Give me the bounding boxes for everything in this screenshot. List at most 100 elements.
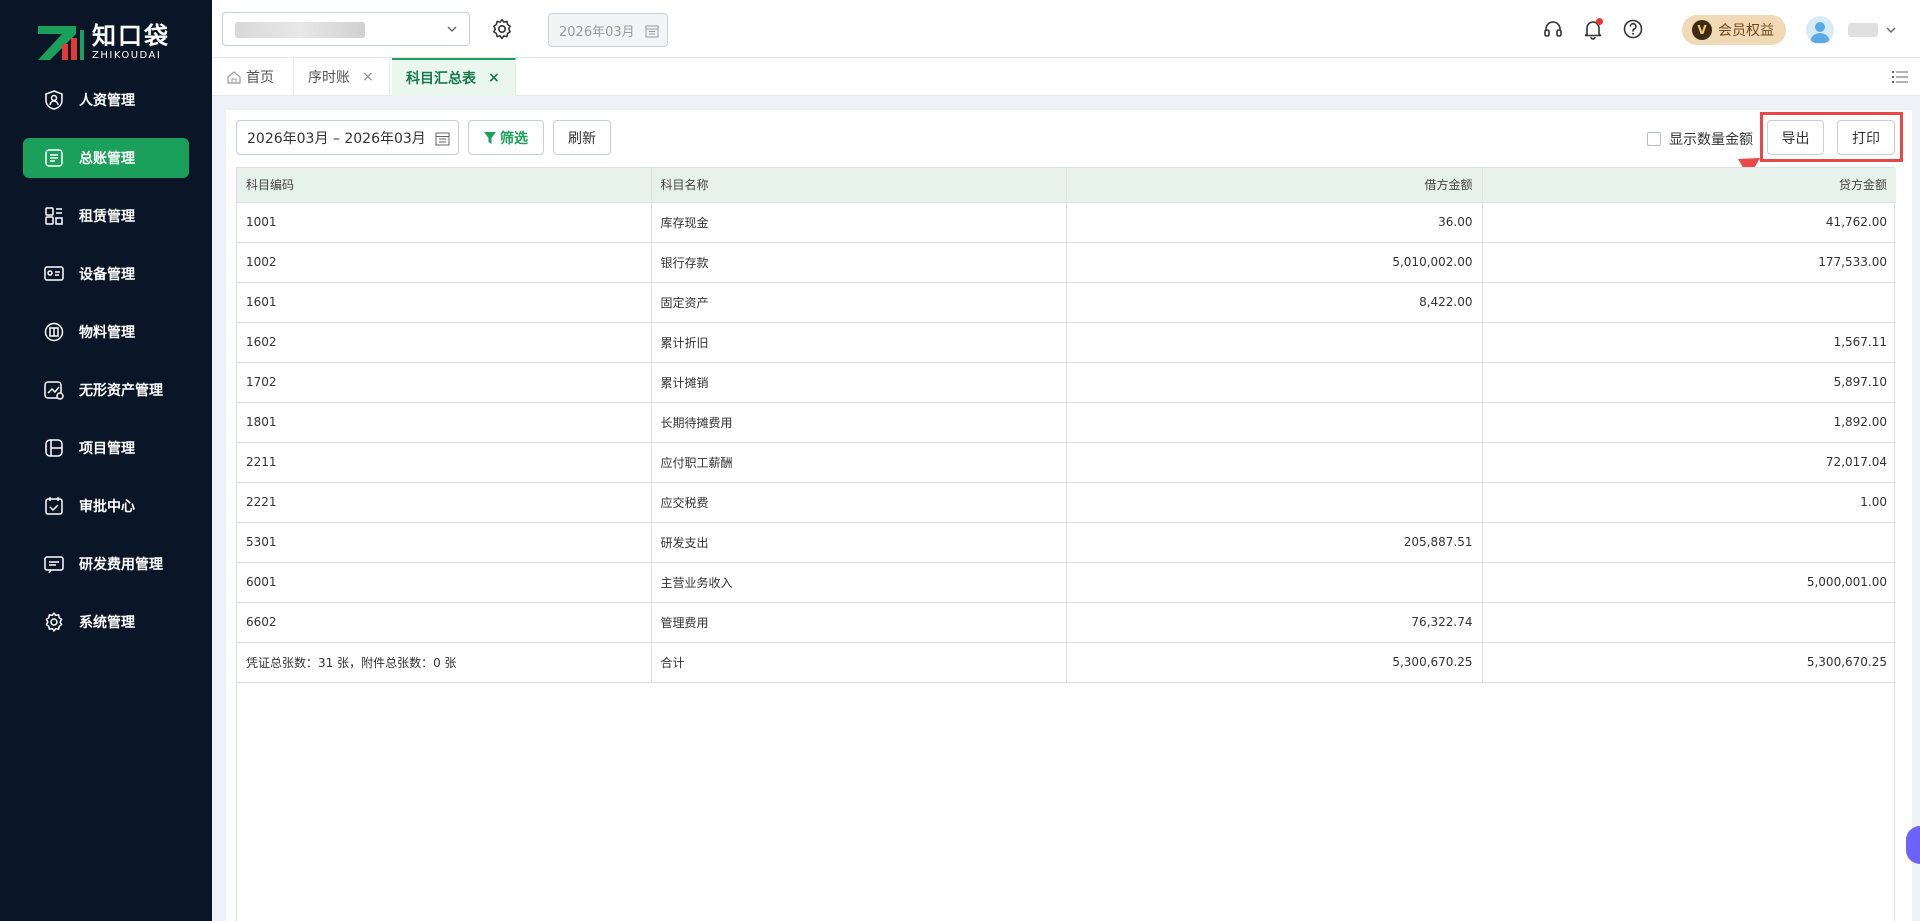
filter-button[interactable]: 筛选 xyxy=(468,120,544,155)
table-cell: 2221 xyxy=(237,482,652,523)
table-cell: 1,892.00 xyxy=(1482,402,1896,443)
column-header: 借方金额 xyxy=(1066,168,1483,203)
notification-bell[interactable] xyxy=(1582,18,1604,40)
help-icon[interactable] xyxy=(1622,18,1644,40)
table-cell: 6602 xyxy=(237,602,652,643)
filter-label: 筛选 xyxy=(500,130,528,147)
lease-icon xyxy=(43,205,65,227)
table-cell: 76,322.74 xyxy=(1066,602,1483,643)
table-cell: 合计 xyxy=(651,642,1067,683)
date-range-picker[interactable]: 2026年03月 – 2026年03月 xyxy=(236,120,459,155)
period-value: 2026年03月 xyxy=(559,24,635,40)
sidebar-item-7[interactable]: 审批中心 xyxy=(23,486,189,526)
table-cell xyxy=(1066,442,1483,483)
table-row: 1602 累计折旧 1,567.11 xyxy=(237,322,1896,363)
tab-bar: 首页 序时账 × 科目汇总表 × xyxy=(212,58,1920,96)
company-name-redacted xyxy=(235,22,365,38)
table-cell: 5301 xyxy=(237,522,652,563)
company-select[interactable] xyxy=(222,12,470,46)
table-row: 6001 主营业务收入 5,000,001.00 xyxy=(237,562,1896,603)
table-row: 1001 库存现金 36.00 41,762.00 xyxy=(237,202,1896,243)
table-cell: 研发支出 xyxy=(651,522,1067,563)
table-cell: 41,762.00 xyxy=(1482,202,1896,243)
tab-account-summary[interactable]: 科目汇总表 × xyxy=(392,58,516,96)
close-icon[interactable]: × xyxy=(488,70,500,86)
top-header: 2026年03月 V 会员权益 xyxy=(212,0,1920,58)
table-cell: 1001 xyxy=(237,202,652,243)
table-cell: 1,567.11 xyxy=(1482,322,1896,363)
sidebar-item-9[interactable]: 系统管理 xyxy=(23,602,189,642)
vip-benefits-button[interactable]: V 会员权益 xyxy=(1682,15,1786,45)
column-header: 科目名称 xyxy=(651,168,1067,203)
chevron-down-icon[interactable] xyxy=(1884,23,1898,37)
avatar[interactable] xyxy=(1806,16,1834,44)
sidebar-item-5[interactable]: 无形资产管理 xyxy=(23,370,189,410)
sidebar-item-6[interactable]: 项目管理 xyxy=(23,428,189,468)
logo-mark-icon xyxy=(36,22,84,64)
table-row: 2211 应付职工薪酬 72,017.04 xyxy=(237,442,1896,483)
chat-float-button[interactable] xyxy=(1906,826,1920,864)
table-row: 2221 应交税费 1.00 xyxy=(237,482,1896,523)
highlight-annotation-box xyxy=(1760,112,1903,162)
table-cell: 累计摊销 xyxy=(651,362,1067,403)
table-cell: 5,300,670.25 xyxy=(1482,642,1896,683)
refresh-button[interactable]: 刷新 xyxy=(553,120,611,155)
sidebar-item-1[interactable]: 总账管理 xyxy=(23,138,189,178)
headset-icon[interactable] xyxy=(1542,18,1564,40)
user-name-redacted[interactable] xyxy=(1848,23,1878,37)
table-row: 1002 银行存款 5,010,002.00 177,533.00 xyxy=(237,242,1896,283)
gear-icon[interactable] xyxy=(490,17,514,41)
show-quantity-checkbox[interactable]: 显示数量金额 xyxy=(1647,129,1753,149)
period-picker[interactable]: 2026年03月 xyxy=(548,13,668,47)
table-cell: 固定资产 xyxy=(651,282,1067,323)
filter-icon xyxy=(484,131,496,144)
tab-home[interactable]: 首页 xyxy=(212,58,294,96)
table-cell: 36.00 xyxy=(1066,202,1483,243)
table-body: 1001 库存现金 36.00 41,762.00 1002 银行存款 5,010,002.… xyxy=(237,202,1896,683)
sidebar-item-label: 系统管理 xyxy=(79,615,135,631)
sidebar-item-2[interactable]: 租赁管理 xyxy=(23,196,189,236)
table-cell: 1801 xyxy=(237,402,652,443)
table-cell xyxy=(1066,482,1483,523)
sidebar-item-8[interactable]: 研发费用管理 xyxy=(23,544,189,584)
table-cell: 5,010,002.00 xyxy=(1066,242,1483,283)
table-cell: 205,887.51 xyxy=(1066,522,1483,563)
table-cell: 72,017.04 xyxy=(1482,442,1896,483)
list-menu-icon[interactable] xyxy=(1892,70,1908,84)
person-shield-icon xyxy=(43,89,65,111)
table-cell xyxy=(1482,282,1896,323)
table-cell: 8,422.00 xyxy=(1066,282,1483,323)
table-cell xyxy=(1066,362,1483,403)
table-cell xyxy=(1066,322,1483,363)
table-cell: 1002 xyxy=(237,242,652,283)
sidebar-item-3[interactable]: 设备管理 xyxy=(23,254,189,294)
sidebar-item-label: 设备管理 xyxy=(79,267,135,283)
checkbox-box[interactable] xyxy=(1647,132,1661,146)
show-quantity-label: 显示数量金额 xyxy=(1669,132,1753,148)
rd-expense-icon xyxy=(43,553,65,575)
table-cell: 6001 xyxy=(237,562,652,603)
tab-label: 首页 xyxy=(246,70,274,86)
table-cell: 银行存款 xyxy=(651,242,1067,283)
sidebar-item-label: 研发费用管理 xyxy=(79,557,163,573)
vip-badge-icon: V xyxy=(1692,20,1712,40)
table-cell: 5,300,670.25 xyxy=(1066,642,1483,683)
calendar-icon xyxy=(435,132,450,146)
logo[interactable]: 知口袋 ZHIKOUDAI xyxy=(36,20,170,66)
table-cell xyxy=(1482,602,1896,643)
table-cell: 应付职工薪酬 xyxy=(651,442,1067,483)
table-cell: 1602 xyxy=(237,322,652,363)
main-panel: 2026年03月 – 2026年03月 筛选 刷新 显示数量金额 导出 打印 科… xyxy=(226,110,1912,921)
total-row: 凭证总张数：31 张，附件总张数：0 张合计 5,300,670.25 5,300,… xyxy=(237,642,1896,683)
logo-cn-text: 知口袋 xyxy=(92,22,170,50)
home-icon xyxy=(227,71,241,84)
sidebar-item-0[interactable]: 人资管理 xyxy=(23,80,189,120)
table-cell: 5,897.10 xyxy=(1482,362,1896,403)
tab-journal[interactable]: 序时账 × xyxy=(294,58,390,96)
table-row: 1801 长期待摊费用 1,892.00 xyxy=(237,402,1896,443)
tab-label: 序时账 xyxy=(308,70,350,86)
table-cell xyxy=(1482,522,1896,563)
table-cell xyxy=(1066,402,1483,443)
close-icon[interactable]: × xyxy=(362,69,374,85)
sidebar-item-4[interactable]: 物料管理 xyxy=(23,312,189,352)
